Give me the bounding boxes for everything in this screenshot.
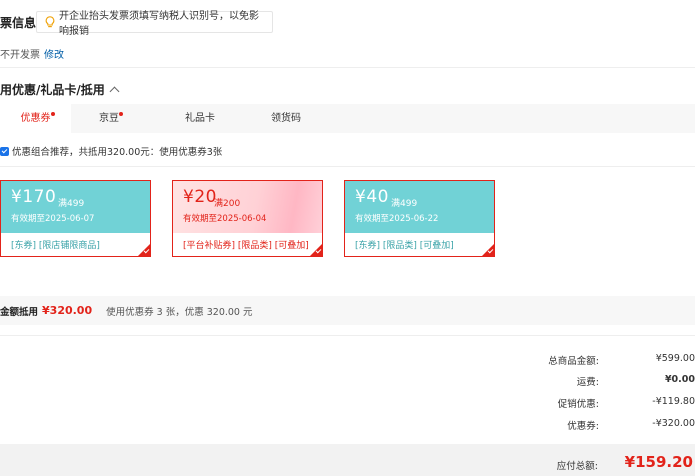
coupon-tags: [东券] [限店铺限商品]: [11, 241, 100, 251]
selected-check-icon: [481, 243, 494, 256]
tab-jingdou-dot: [119, 112, 123, 116]
invoice-tip-text: 开企业抬头发票须填写纳税人识别号，以免影响报销: [59, 11, 259, 37]
discount-tabs: 优惠券 京豆 礼品卡 领货码: [0, 104, 695, 133]
tab-pickup-code-label: 领货码: [271, 113, 301, 124]
tab-jingdou-label: 京豆: [99, 113, 119, 124]
tab-gift-card[interactable]: 礼品卡: [167, 104, 233, 133]
combo-checkbox[interactable]: [0, 146, 9, 156]
total-value: ¥599.00: [655, 353, 695, 364]
coupon-expiry: 有效期至2025-06-04: [183, 214, 267, 224]
tab-coupons-label: 优惠券: [20, 113, 51, 124]
chevron-up-icon: [109, 86, 120, 97]
invoice-section-title: 票信息: [0, 16, 37, 30]
payable-amount: ¥159.20: [624, 453, 693, 471]
tab-gift-card-label: 礼品卡: [185, 113, 215, 124]
coupon-expiry: 有效期至2025-06-22: [355, 214, 439, 224]
lightbulb-icon: [45, 16, 55, 28]
total-value: -¥320.00: [652, 418, 695, 429]
coupon-tags: [东券] [限品类] [可叠加]: [355, 241, 454, 251]
summary-amount: ¥320.00: [42, 304, 93, 317]
coupon-amount: ¥40: [355, 187, 389, 207]
discount-section-header[interactable]: 用优惠/礼品卡/抵用: [0, 81, 120, 98]
selected-check-icon: [137, 243, 150, 256]
combo-recommendation: 优惠组合推荐，共抵用320.00元：使用优惠券3张: [0, 144, 222, 158]
tab-pickup-code[interactable]: 领货码: [253, 104, 319, 133]
coupon-amount: ¥20: [183, 187, 217, 207]
coupon-condition: 满499: [391, 199, 418, 209]
payable-bar: 应付总额: ¥159.20: [0, 444, 695, 476]
total-label: 促销优惠:: [557, 399, 599, 410]
coupon-card[interactable]: ¥20 满200 有效期至2025-06-04 [平台补贴券] [限品类] [可…: [172, 180, 323, 257]
coupon-face: ¥170 满499 有效期至2025-06-07: [1, 181, 150, 233]
payable-label: 应付总额:: [556, 461, 598, 472]
coupon-face: ¥40 满499 有效期至2025-06-22: [345, 181, 494, 233]
summary-label: 金额抵用: [0, 306, 39, 318]
coupon-condition: 满200: [214, 199, 241, 209]
coupon-face: ¥20 满200 有效期至2025-06-04: [173, 181, 322, 233]
coupon-card[interactable]: ¥40 满499 有效期至2025-06-22 [东券] [限品类] [可叠加]: [344, 180, 495, 257]
total-label: 运费:: [576, 377, 599, 388]
divider: [0, 335, 695, 336]
invoice-status-text: 不开发票: [0, 50, 40, 61]
invoice-status: 不开发票 修改: [0, 46, 64, 61]
invoice-modify-link[interactable]: 修改: [44, 50, 64, 61]
tab-coupons[interactable]: 优惠券: [0, 104, 71, 133]
coupon-tags: [平台补贴券] [限品类] [可叠加]: [183, 241, 309, 251]
discount-section-title: 用优惠/礼品卡/抵用: [0, 83, 105, 97]
combo-text: 优惠组合推荐，共抵用320.00元：使用优惠券3张: [12, 147, 223, 158]
coupon-condition: 满499: [58, 199, 85, 209]
total-value: ¥0.00: [664, 374, 695, 385]
coupon-card[interactable]: ¥170 满499 有效期至2025-06-07 [东券] [限店铺限商品]: [0, 180, 151, 257]
divider: [0, 166, 695, 167]
selected-check-icon: [309, 243, 322, 256]
total-label: 总商品金额:: [548, 356, 599, 367]
divider: [0, 67, 695, 68]
total-label: 优惠券:: [567, 421, 599, 432]
summary-detail: 使用优惠券 3 张，优惠 320.00 元: [106, 306, 253, 318]
tab-jingdou[interactable]: 京豆: [76, 104, 142, 133]
tab-coupons-dot: [51, 112, 55, 116]
total-value: -¥119.80: [652, 396, 695, 407]
invoice-tip: 开企业抬头发票须填写纳税人识别号，以免影响报销: [36, 11, 273, 37]
coupon-amount: ¥170: [11, 187, 57, 207]
discount-summary-bar: 金额抵用 ¥320.00 使用优惠券 3 张，优惠 320.00 元: [0, 296, 695, 325]
coupon-expiry: 有效期至2025-06-07: [11, 214, 95, 224]
